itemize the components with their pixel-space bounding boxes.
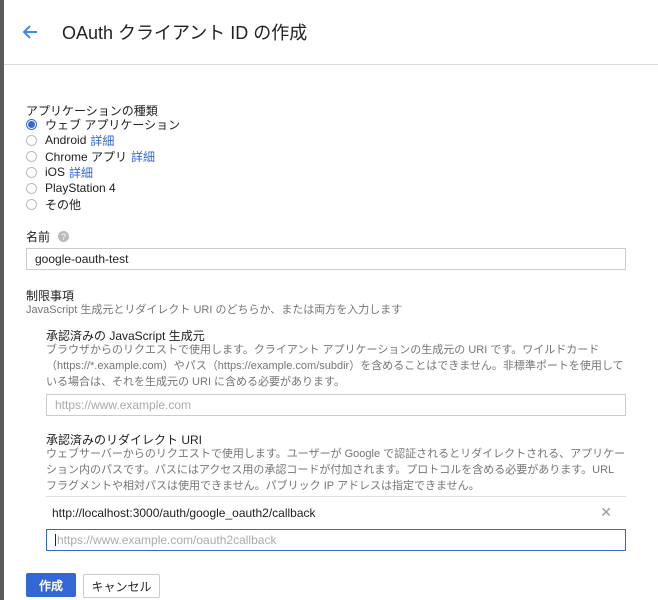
- remove-icon[interactable]: ✕: [600, 504, 612, 521]
- radio-option[interactable]: PlayStation 4: [26, 180, 116, 196]
- back-arrow-icon[interactable]: [20, 22, 40, 42]
- radio-label: iOS: [45, 165, 66, 179]
- radio-option[interactable]: ウェブ アプリケーション: [26, 116, 180, 132]
- radio-label: ウェブ アプリケーション: [45, 117, 181, 132]
- radio-label: その他: [45, 197, 82, 212]
- page-header: OAuth クライアント ID の作成: [4, 0, 658, 65]
- radio-option[interactable]: その他: [26, 196, 81, 212]
- radio-option[interactable]: Chrome アプリ 詳細: [26, 148, 155, 164]
- radio-option[interactable]: Android 詳細: [26, 132, 114, 148]
- redirect-uri-value: http://localhost:3000/auth/google_oauth2…: [52, 505, 316, 520]
- help-icon[interactable]: ?: [58, 231, 70, 242]
- radio-button[interactable]: [26, 118, 37, 130]
- radio-button[interactable]: [26, 198, 37, 210]
- restrictions-description: JavaScript 生成元とリダイレクト URI のどちらか、または両方を入力…: [26, 304, 403, 316]
- radio-option[interactable]: iOS 詳細: [26, 164, 93, 180]
- radio-button[interactable]: [26, 134, 37, 146]
- radio-label: Chrome アプリ: [45, 149, 128, 164]
- details-link[interactable]: 詳細: [90, 132, 114, 149]
- radio-button[interactable]: [26, 150, 37, 162]
- js-origin-input[interactable]: https://www.example.com: [46, 394, 626, 416]
- name-label: 名前: [26, 230, 51, 244]
- redirect-uris-help: ウェブサーバーからのリクエストで使用します。ユーザーが Google で認証され…: [46, 448, 626, 492]
- page-title: OAuth クライアント ID の作成: [62, 23, 308, 43]
- redirect-uri-input[interactable]: https://www.example.com/oauth2callback: [46, 529, 626, 551]
- js-origins-help: ブラウザからのリクエストで使用します。クライアント アプリケーションの生成元の …: [46, 344, 624, 388]
- create-button[interactable]: 作成: [26, 573, 76, 597]
- cancel-button[interactable]: キャンセル: [83, 574, 160, 598]
- radio-label: PlayStation 4: [45, 181, 116, 195]
- radio-button[interactable]: [26, 182, 37, 194]
- radio-button[interactable]: [26, 166, 37, 178]
- redirect-uri-entry: http://localhost:3000/auth/google_oauth2…: [46, 496, 626, 528]
- text-cursor: [55, 534, 56, 546]
- details-link[interactable]: 詳細: [131, 148, 155, 165]
- redirect-uri-placeholder: https://www.example.com/oauth2callback: [57, 533, 277, 547]
- name-label-row: 名前 ?: [26, 228, 70, 245]
- name-input[interactable]: google-oauth-test: [26, 248, 626, 270]
- radio-label: Android: [45, 133, 87, 147]
- window-edge: [0, 0, 4, 600]
- details-link[interactable]: 詳細: [69, 164, 93, 181]
